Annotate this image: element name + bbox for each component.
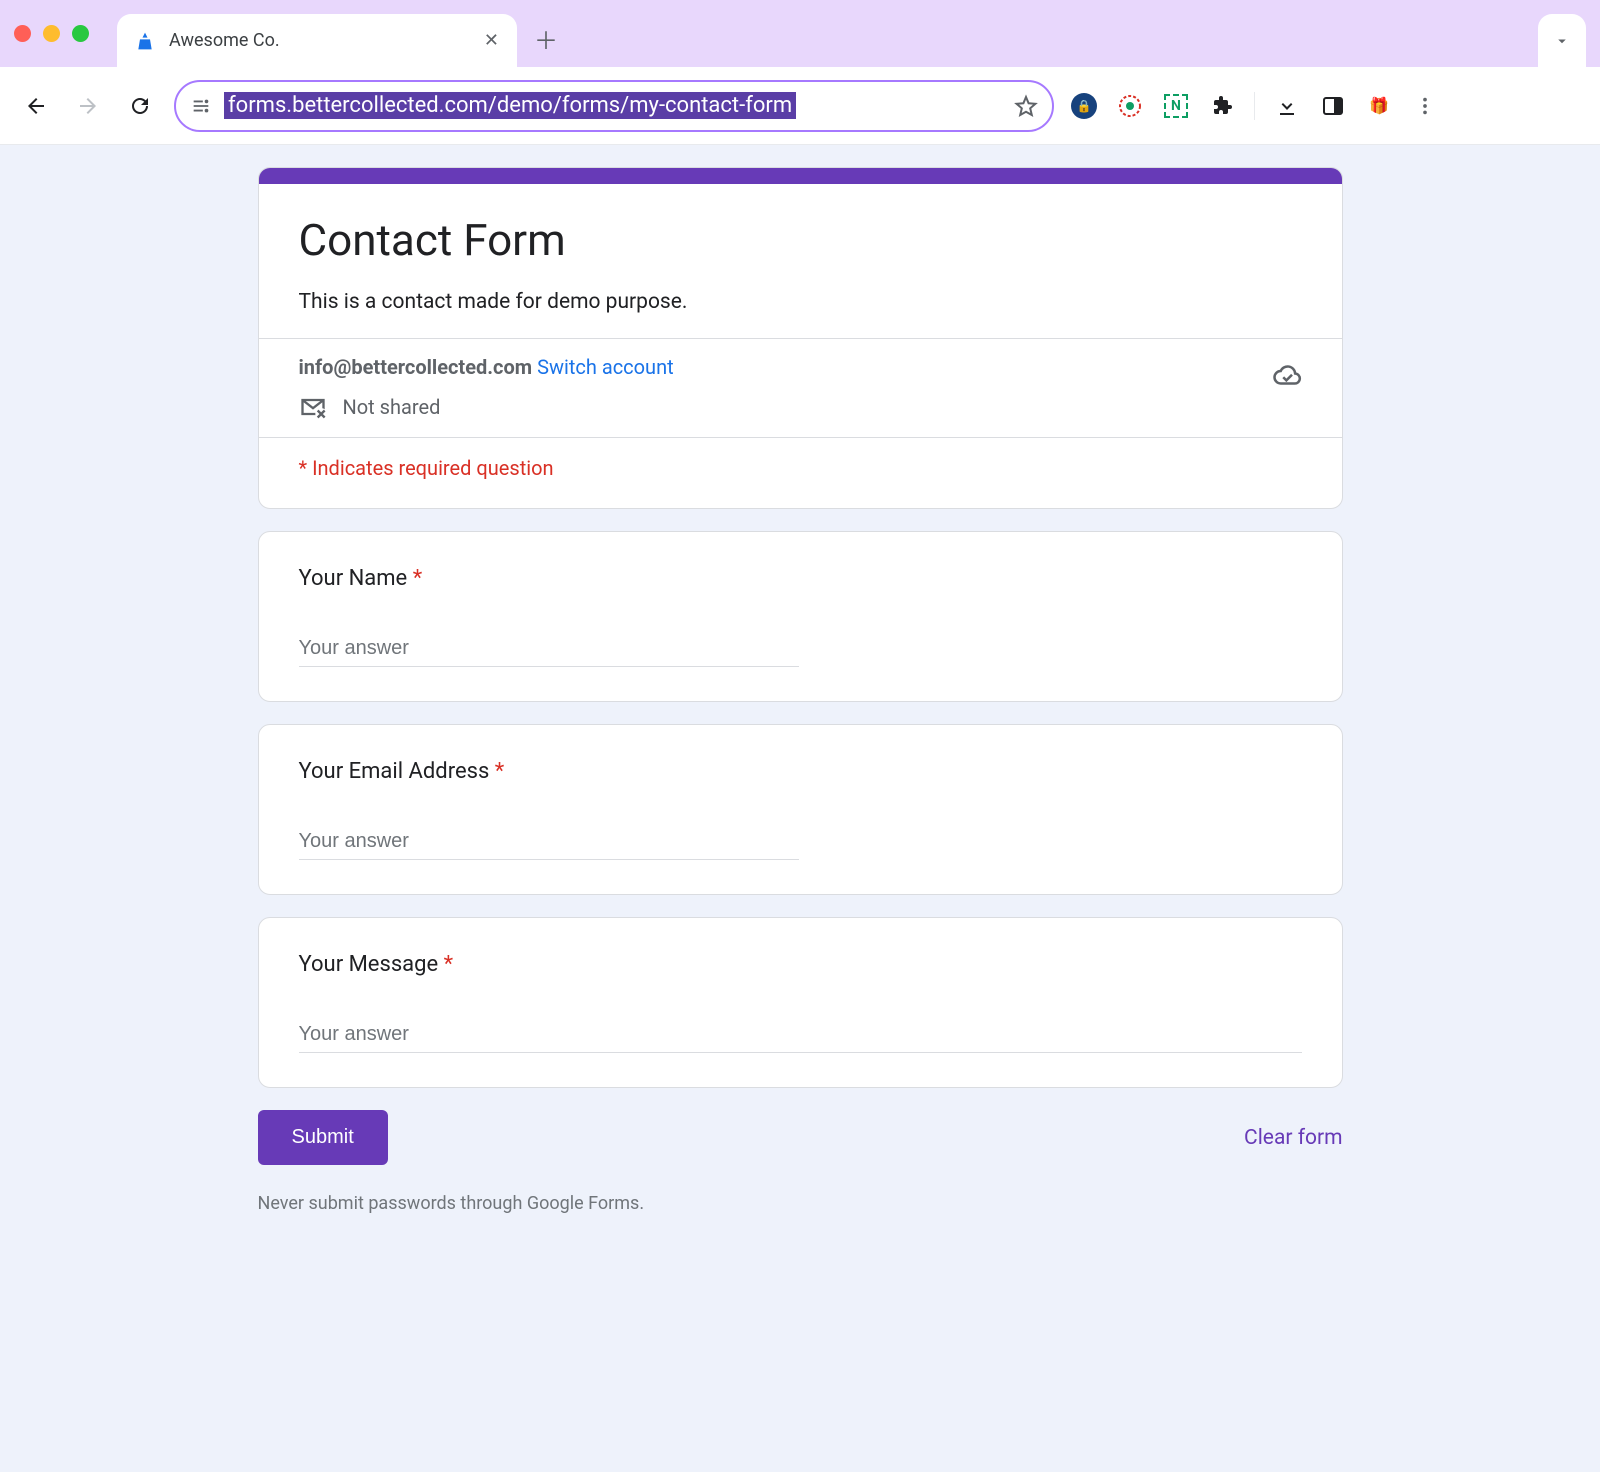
question-label-text: Your Message — [299, 952, 439, 977]
window-close-button[interactable] — [14, 25, 31, 42]
footer-warning: Never submit passwords through Google Fo… — [258, 1193, 1343, 1214]
not-shared-label: Not shared — [343, 395, 441, 419]
site-info-icon[interactable] — [190, 95, 212, 117]
url-text: forms.bettercollected.com/demo/forms/my-… — [224, 92, 796, 119]
downloads-icon[interactable] — [1273, 92, 1301, 120]
account-email: info@bettercollected.com — [299, 355, 533, 379]
card-accent-bar — [259, 168, 1342, 184]
back-button[interactable] — [18, 88, 54, 124]
bookmark-star-icon[interactable] — [1014, 94, 1038, 118]
question-card: Your Email Address * — [258, 724, 1343, 895]
clear-form-link[interactable]: Clear form — [1244, 1126, 1342, 1150]
window-minimize-button[interactable] — [43, 25, 60, 42]
tab-close-button[interactable]: ✕ — [484, 30, 499, 51]
forward-button[interactable] — [70, 88, 106, 124]
question-label-text: Your Email Address — [299, 759, 490, 784]
page-body: Contact Form This is a contact made for … — [0, 145, 1600, 1472]
required-star-icon: * — [495, 759, 504, 784]
switch-account-link[interactable]: Switch account — [537, 355, 674, 379]
question-label: Your Message * — [299, 952, 1302, 977]
tab-title: Awesome Co. — [169, 30, 470, 51]
reload-button[interactable] — [122, 88, 158, 124]
browser-toolbar: forms.bettercollected.com/demo/forms/my-… — [0, 67, 1600, 145]
form-container: Contact Form This is a contact made for … — [258, 167, 1343, 1214]
mail-not-shared-icon — [299, 393, 327, 421]
extension-icon[interactable]: 🔒 — [1070, 92, 1098, 120]
extension-icon[interactable] — [1116, 92, 1144, 120]
separator — [1254, 92, 1255, 120]
question-label-text: Your Name — [299, 566, 408, 591]
form-description: This is a contact made for demo purpose. — [299, 290, 1302, 314]
extension-icon[interactable]: N — [1162, 92, 1190, 120]
new-tab-button[interactable]: ＋ — [525, 18, 567, 60]
name-input[interactable] — [299, 631, 799, 667]
browser-tab-strip: Awesome Co. ✕ ＋ — [0, 0, 1600, 67]
email-input[interactable] — [299, 824, 799, 860]
message-input[interactable] — [299, 1017, 1302, 1053]
required-star-icon: * — [413, 566, 422, 591]
tabs-dropdown-button[interactable] — [1538, 14, 1586, 67]
browser-tab[interactable]: Awesome Co. ✕ — [117, 14, 517, 67]
extension-icon[interactable]: 🎁 — [1365, 92, 1393, 120]
required-notice: * Indicates required question — [259, 438, 1342, 508]
question-label: Your Email Address * — [299, 759, 1302, 784]
required-star-icon: * — [444, 952, 453, 977]
window-maximize-button[interactable] — [72, 25, 89, 42]
window-controls — [14, 25, 89, 42]
question-card: Your Message * — [258, 917, 1343, 1088]
cloud-saved-icon — [1272, 361, 1302, 391]
question-card: Your Name * — [258, 531, 1343, 702]
account-row: info@bettercollected.com Switch account … — [259, 339, 1342, 438]
extensions-puzzle-icon[interactable] — [1208, 92, 1236, 120]
form-title: Contact Form — [299, 214, 1302, 266]
address-bar[interactable]: forms.bettercollected.com/demo/forms/my-… — [174, 80, 1054, 132]
extensions-area: 🔒 N 🎁 — [1070, 92, 1439, 120]
tab-favicon — [135, 31, 155, 51]
kebab-menu-icon[interactable] — [1411, 92, 1439, 120]
question-label: Your Name * — [299, 566, 1302, 591]
submit-button[interactable]: Submit — [258, 1110, 388, 1165]
form-header-card: Contact Form This is a contact made for … — [258, 167, 1343, 509]
form-actions: Submit Clear form — [258, 1110, 1343, 1165]
side-panel-icon[interactable] — [1319, 92, 1347, 120]
